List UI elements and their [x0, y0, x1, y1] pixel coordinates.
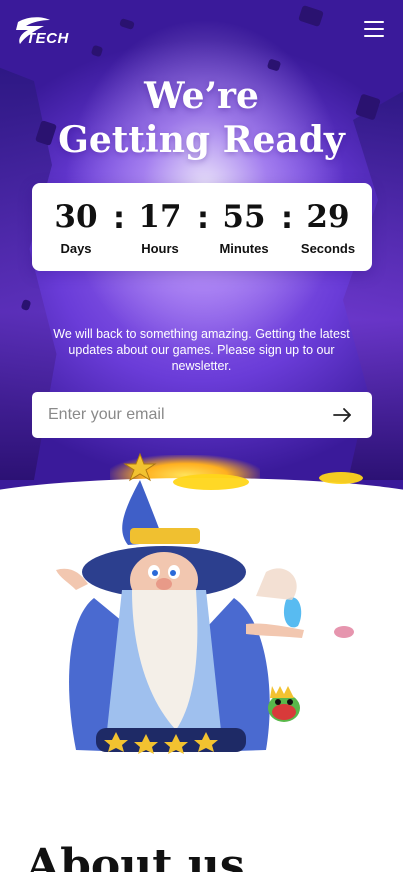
arrow-right-icon[interactable]	[330, 403, 356, 427]
countdown-separator: :	[281, 201, 293, 236]
countdown-separator: :	[197, 201, 209, 236]
headline-line-1: We’re	[144, 75, 259, 117]
countdown-timer: 30 Days : 17 Hours : 55 Minutes : 29 Sec…	[32, 183, 372, 271]
countdown-hours: 17 Hours	[125, 183, 195, 256]
seconds-label: Seconds	[300, 241, 356, 256]
countdown-days: 30 Days	[41, 183, 111, 256]
brand-logo-text: TECH	[26, 30, 69, 47]
floating-rock	[119, 18, 135, 30]
wizard-illustration	[56, 452, 363, 754]
newsletter-form	[32, 392, 372, 438]
floating-rock	[266, 58, 282, 72]
email-input[interactable]	[48, 392, 318, 438]
hours-label: Hours	[141, 241, 179, 256]
days-label: Days	[60, 241, 92, 256]
minutes-label: Minutes	[219, 241, 269, 256]
days-value: 30	[54, 199, 98, 235]
floating-rock	[90, 44, 104, 58]
floating-rock	[298, 4, 324, 28]
hamburger-menu-icon[interactable]	[362, 18, 386, 40]
hours-value: 17	[138, 199, 182, 235]
seconds-value: 29	[306, 199, 350, 235]
headline-line-2: Getting Ready	[58, 119, 345, 161]
newsletter-description: We will back to something amazing. Getti…	[53, 327, 350, 373]
minutes-value: 55	[222, 199, 266, 235]
countdown-minutes: 55 Minutes	[209, 183, 279, 256]
countdown-seconds: 29 Seconds	[293, 183, 363, 256]
about-heading: About us	[26, 840, 245, 872]
page-title: We’re Getting Ready	[0, 74, 403, 162]
countdown-separator: :	[113, 201, 125, 236]
